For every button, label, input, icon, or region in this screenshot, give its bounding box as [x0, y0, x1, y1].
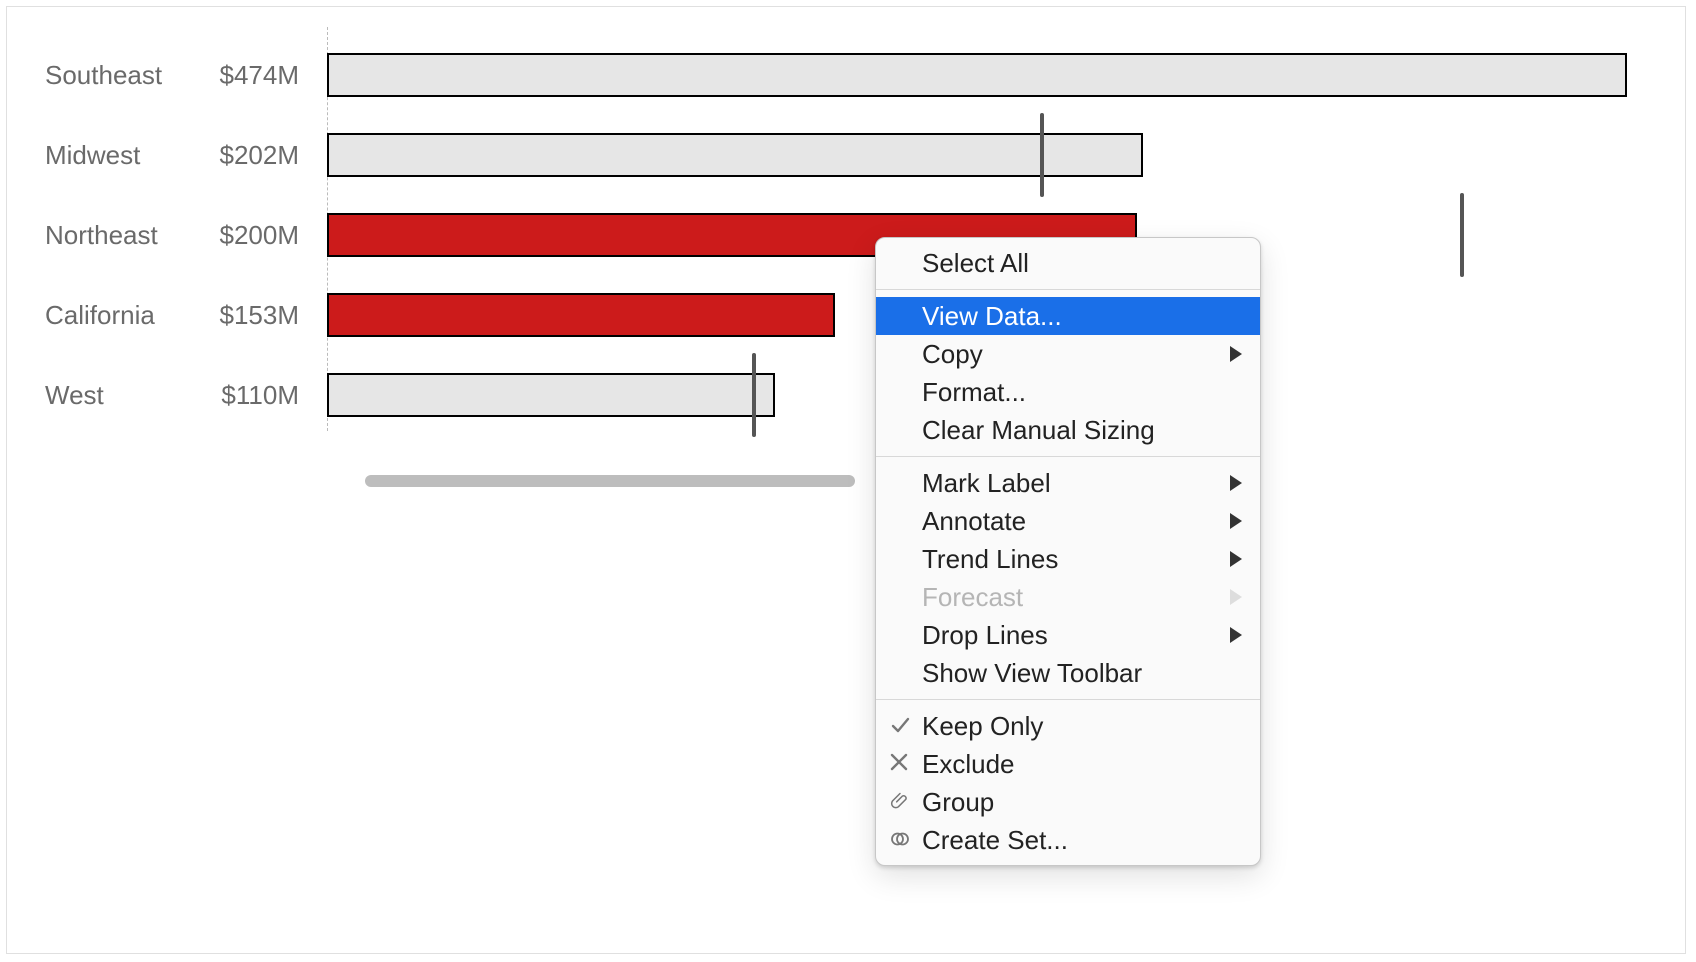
menu-item-label: Select All	[922, 248, 1029, 278]
menu-show-view-toolbar[interactable]: Show View Toolbar	[876, 654, 1260, 692]
chart-row-california[interactable]: California $153M	[43, 275, 1671, 355]
paperclip-icon	[890, 791, 912, 813]
menu-item-label: Create Set...	[922, 825, 1068, 855]
menu-separator	[876, 289, 1260, 290]
menu-create-set[interactable]: Create Set...	[876, 821, 1260, 859]
menu-annotate[interactable]: Annotate	[876, 502, 1260, 540]
plot-cell	[321, 35, 1671, 115]
set-icon	[890, 829, 912, 851]
category-label: Southeast	[43, 60, 211, 91]
menu-separator	[876, 699, 1260, 700]
menu-item-label: View Data...	[922, 301, 1062, 331]
menu-view-data[interactable]: View Data...	[876, 297, 1260, 335]
bar-california[interactable]	[327, 293, 835, 337]
menu-group[interactable]: Group	[876, 783, 1260, 821]
menu-item-label: Format...	[922, 377, 1026, 407]
menu-item-label: Trend Lines	[922, 544, 1058, 574]
chart-row-midwest[interactable]: Midwest $202M	[43, 115, 1671, 195]
menu-item-label: Annotate	[922, 506, 1026, 536]
viz-panel: Southeast $474M Midwest $202M Northeast …	[6, 6, 1686, 954]
bar-chart: Southeast $474M Midwest $202M Northeast …	[43, 35, 1671, 435]
value-label: $202M	[211, 140, 321, 171]
menu-trend-lines[interactable]: Trend Lines	[876, 540, 1260, 578]
menu-copy[interactable]: Copy	[876, 335, 1260, 373]
menu-format[interactable]: Format...	[876, 373, 1260, 411]
reference-mark	[752, 353, 756, 437]
chart-row-west[interactable]: West $110M	[43, 355, 1671, 435]
menu-drop-lines[interactable]: Drop Lines	[876, 616, 1260, 654]
submenu-arrow-icon	[1230, 475, 1242, 491]
menu-item-label: Keep Only	[922, 711, 1043, 741]
chart-row-southeast[interactable]: Southeast $474M	[43, 35, 1671, 115]
menu-item-label: Forecast	[922, 582, 1023, 612]
reference-mark	[1040, 113, 1044, 197]
value-label: $200M	[211, 220, 321, 251]
context-menu: Select All View Data... Copy Format... C…	[875, 237, 1261, 866]
submenu-arrow-icon	[1230, 513, 1242, 529]
bar-southeast[interactable]	[327, 53, 1627, 97]
plot-cell	[321, 115, 1671, 195]
category-label: West	[43, 380, 211, 411]
menu-keep-only[interactable]: Keep Only	[876, 707, 1260, 745]
bar-west[interactable]	[327, 373, 775, 417]
value-label: $153M	[211, 300, 321, 331]
scrollbar-thumb[interactable]	[365, 475, 855, 487]
submenu-arrow-icon	[1230, 627, 1242, 643]
menu-forecast: Forecast	[876, 578, 1260, 616]
menu-item-label: Drop Lines	[922, 620, 1048, 650]
value-label: $110M	[211, 380, 321, 411]
menu-select-all[interactable]: Select All	[876, 244, 1260, 282]
category-label: California	[43, 300, 211, 331]
category-label: Northeast	[43, 220, 211, 251]
bar-midwest[interactable]	[327, 133, 1143, 177]
check-icon	[890, 715, 912, 737]
menu-item-label: Exclude	[922, 749, 1015, 779]
reference-mark	[1460, 193, 1464, 277]
menu-clear-manual-sizing[interactable]: Clear Manual Sizing	[876, 411, 1260, 449]
category-label: Midwest	[43, 140, 211, 171]
menu-item-label: Clear Manual Sizing	[922, 415, 1155, 445]
menu-item-label: Mark Label	[922, 468, 1051, 498]
menu-exclude[interactable]: Exclude	[876, 745, 1260, 783]
x-icon	[890, 753, 912, 775]
submenu-arrow-icon	[1230, 589, 1242, 605]
menu-separator	[876, 456, 1260, 457]
menu-item-label: Group	[922, 787, 994, 817]
submenu-arrow-icon	[1230, 346, 1242, 362]
menu-mark-label[interactable]: Mark Label	[876, 464, 1260, 502]
menu-item-label: Show View Toolbar	[922, 658, 1142, 688]
submenu-arrow-icon	[1230, 551, 1242, 567]
chart-row-northeast[interactable]: Northeast $200M	[43, 195, 1671, 275]
value-label: $474M	[211, 60, 321, 91]
menu-item-label: Copy	[922, 339, 983, 369]
